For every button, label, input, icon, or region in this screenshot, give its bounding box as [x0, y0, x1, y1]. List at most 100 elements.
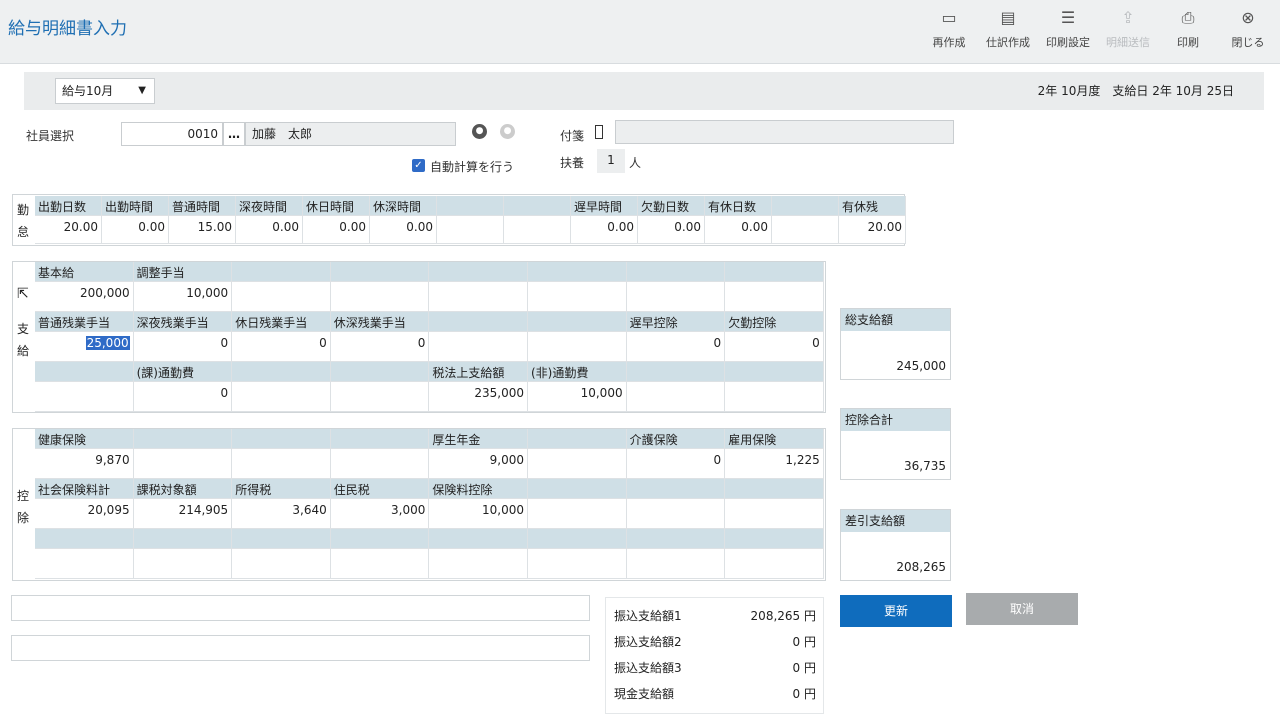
print-button[interactable]: ⎙ 印刷: [1159, 6, 1217, 58]
payment-value-input[interactable]: 200,000: [35, 282, 134, 312]
payment-value-input[interactable]: 0: [626, 332, 726, 362]
attendance-header: 有休残: [839, 196, 906, 216]
deduction-value-input[interactable]: 214,905: [133, 499, 233, 529]
deduction-value-input: [626, 499, 726, 529]
deduction-header: 住民税: [330, 479, 430, 499]
next-employee-icon[interactable]: ●: [500, 124, 515, 139]
payment-value-input[interactable]: 0: [133, 382, 233, 412]
recreate-label: 再作成: [932, 36, 966, 49]
employee-code-input[interactable]: 0010: [121, 122, 223, 146]
send-button[interactable]: ⇪ 明細送信: [1099, 6, 1157, 58]
deduction-header: [626, 479, 726, 499]
deduction-value-input[interactable]: 9,870: [35, 449, 134, 479]
payment-header: [232, 362, 331, 382]
deduction-value-input: [725, 499, 824, 529]
net-pay-value: 208,265: [896, 560, 946, 574]
attendance-header: 普通時間: [169, 196, 236, 216]
memo-field-2[interactable]: [11, 635, 590, 661]
deduction-value-input: [429, 549, 528, 579]
auto-calc-label: 自動計算を行う: [430, 160, 515, 174]
payment-header: 深夜残業手当: [133, 312, 233, 332]
attendance-value-input[interactable]: 0.00: [705, 216, 772, 244]
payment-section: ⇱ 支給 基本給 200,000 調整手当 10,000 普通残業手当 25,000 深夜残…: [12, 261, 826, 413]
prev-employee-icon[interactable]: ●: [472, 124, 487, 139]
deduction-value-input: [528, 549, 627, 579]
attendance-header: 深夜時間: [236, 196, 303, 216]
deduction-value-input[interactable]: 1,225: [725, 449, 824, 479]
deduction-value-input[interactable]: 0: [626, 449, 726, 479]
attendance-value-input[interactable]: 0.00: [638, 216, 705, 244]
payment-value-text: 0: [220, 336, 229, 350]
payment-value-input: [725, 282, 824, 312]
deduction-header: 介護保険: [626, 429, 726, 449]
deduction-value-input: [232, 449, 331, 479]
deduction-value-input[interactable]: 10,000: [429, 499, 528, 529]
fuyo-count: 1: [597, 149, 625, 173]
auto-calc-checkbox[interactable]: ✓: [412, 159, 425, 172]
attendance-header: [504, 196, 571, 216]
payment-value-input[interactable]: 25,000: [35, 332, 134, 362]
deduction-header: [133, 429, 233, 449]
payment-value-input[interactable]: 0: [133, 332, 233, 362]
deduction-value-input: [330, 449, 430, 479]
attendance-value-input[interactable]: 0.00: [571, 216, 638, 244]
payment-header: [528, 262, 627, 282]
deduction-value-text: 3,640: [292, 503, 327, 517]
close-button[interactable]: ⊗ 閉じる: [1219, 6, 1277, 58]
fusen-icon[interactable]: [595, 125, 603, 139]
payment-value-input[interactable]: 0: [330, 332, 430, 362]
deduction-value-text: 1,225: [785, 453, 820, 467]
payment-value-input[interactable]: 10,000: [528, 382, 627, 412]
fuyo-unit: 人: [629, 156, 642, 170]
attendance-value-input: [437, 216, 504, 244]
payment-value-input[interactable]: 235,000: [429, 382, 528, 412]
deduction-value-input[interactable]: 9,000: [429, 449, 528, 479]
payment-value-text: 200,000: [79, 286, 130, 300]
employee-name-field: 加藤 太郎: [245, 122, 456, 146]
employee-lookup-button[interactable]: …: [223, 122, 245, 146]
window-title: 給与明細書入力: [8, 19, 127, 39]
payment-value-text: 10,000: [186, 286, 229, 300]
print-settings-button[interactable]: ☰ 印刷設定: [1039, 6, 1097, 58]
attendance-value-input[interactable]: 20.00: [839, 216, 906, 244]
journal-button[interactable]: ▤ 仕訳作成: [979, 6, 1037, 58]
close-label: 閉じる: [1231, 36, 1265, 49]
transfer-label: 振込支給額2: [614, 635, 682, 649]
deduction-total-value: 36,735: [904, 459, 946, 473]
attendance-value-input[interactable]: 0.00: [102, 216, 169, 244]
deduction-value-input: [330, 549, 430, 579]
deduction-value-input[interactable]: 3,640: [232, 499, 331, 529]
deduction-header: [429, 529, 528, 549]
attendance-value-input[interactable]: 0.00: [236, 216, 303, 244]
deduction-header: [626, 529, 726, 549]
attendance-value-input[interactable]: 0.00: [370, 216, 437, 244]
attendance-value-input[interactable]: 0.00: [303, 216, 370, 244]
month-select[interactable]: 給与10月 ▼: [55, 78, 155, 104]
attendance-header: [437, 196, 504, 216]
cancel-button[interactable]: 取消: [966, 593, 1078, 625]
deduction-side-label: 控除: [16, 489, 29, 525]
payment-value-input[interactable]: 10,000: [133, 282, 233, 312]
transfer-label: 振込支給額1: [614, 609, 682, 623]
update-button[interactable]: 更新: [840, 595, 952, 627]
memo-field-1[interactable]: [11, 595, 590, 621]
deduction-header: [725, 479, 824, 499]
payment-value-text: 10,000: [580, 386, 623, 400]
attendance-value-input[interactable]: 15.00: [169, 216, 236, 244]
recreate-button[interactable]: ▭ 再作成: [920, 6, 978, 58]
payment-value-input[interactable]: 0: [232, 332, 331, 362]
payment-header: 遅早控除: [626, 312, 726, 332]
payment-value-input[interactable]: 0: [725, 332, 824, 362]
gross-pay-box: 総支給額 245,000: [840, 308, 951, 380]
fusen-field[interactable]: [615, 120, 954, 144]
deduction-value-input[interactable]: 3,000: [330, 499, 430, 529]
deduction-header: [528, 479, 627, 499]
attendance-value-input[interactable]: 20.00: [35, 216, 102, 244]
payment-value-text: 0: [417, 336, 426, 350]
deduction-header: [35, 529, 134, 549]
month-select-value: 給与10月: [62, 84, 114, 98]
deduction-value-input[interactable]: 20,095: [35, 499, 134, 529]
deduction-header: 所得税: [232, 479, 331, 499]
payment-header: 調整手当: [133, 262, 233, 282]
payment-header: 税法上支給額: [429, 362, 528, 382]
